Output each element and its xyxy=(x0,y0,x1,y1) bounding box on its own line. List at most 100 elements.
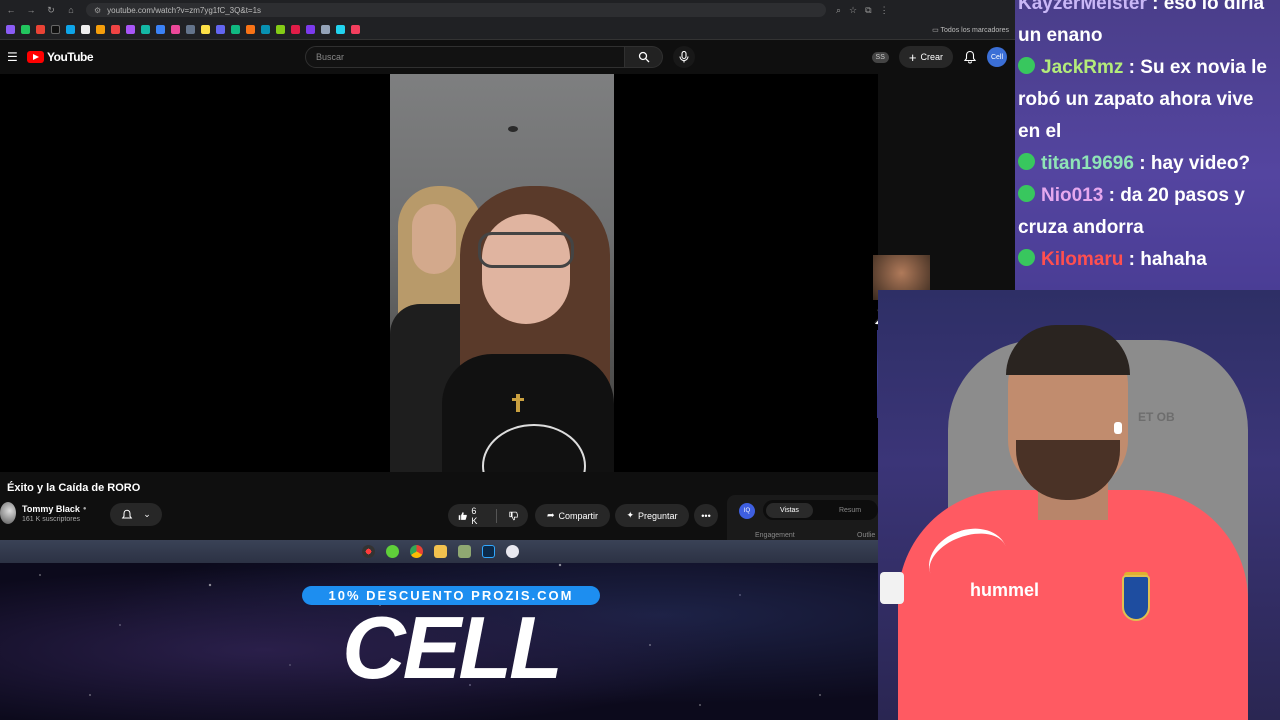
bookmark-icon[interactable] xyxy=(96,25,105,34)
game-app-icon[interactable] xyxy=(385,545,399,558)
bookmarks-bar: ▭ Todos los marcadores xyxy=(0,20,1015,40)
bookmark-icon[interactable] xyxy=(156,25,165,34)
subscriber-badge-icon xyxy=(1018,57,1035,75)
forward-icon[interactable]: → xyxy=(26,5,36,15)
video-frame[interactable] xyxy=(390,74,614,472)
menu-icon[interactable]: ⋮ xyxy=(880,5,889,16)
chat-message: Nio013 : da 20 pasos y cruza andorra xyxy=(1018,180,1276,244)
discord-icon[interactable] xyxy=(505,545,519,558)
video-player[interactable] xyxy=(0,74,878,472)
tab-summary[interactable]: Resum xyxy=(839,507,861,514)
league-sleeve-patch xyxy=(880,572,904,604)
more-actions-button[interactable]: ••• xyxy=(694,504,718,527)
chat-username: JackRmz xyxy=(1041,57,1124,78)
bookmark-icon[interactable] xyxy=(66,25,75,34)
channel-name[interactable]: Tommy Black xyxy=(22,504,80,514)
bookmarks-folder[interactable]: ▭ Todos los marcadores xyxy=(932,26,1009,34)
video-person-right-face xyxy=(482,214,570,324)
chat-message: JackRmz : Su ex novia le robó un zapato … xyxy=(1018,52,1276,148)
notifications-bell-icon[interactable] xyxy=(963,50,977,64)
like-separator xyxy=(495,508,497,523)
channel-avatar[interactable] xyxy=(0,502,16,524)
share-label: Compartir xyxy=(558,510,599,521)
outlier-label: Outlie xyxy=(857,532,876,539)
bookmark-icon[interactable] xyxy=(21,25,30,34)
chair-logo: ET OB xyxy=(1138,410,1175,424)
subscription-bell-button[interactable]: ⌄ xyxy=(110,503,162,526)
youtube-logo[interactable]: YouTube xyxy=(27,50,94,64)
bookmark-icon[interactable] xyxy=(276,25,285,34)
chevron-down-icon: ⌄ xyxy=(143,509,151,519)
subscriber-badge-icon xyxy=(1018,185,1035,203)
search-input[interactable] xyxy=(305,46,625,68)
chat-username: KayzerMeister xyxy=(1018,0,1147,14)
bookmark-icon[interactable] xyxy=(36,25,45,34)
bookmark-icon[interactable] xyxy=(306,25,315,34)
voice-search-button[interactable] xyxy=(673,46,695,68)
engagement-label: Engagement xyxy=(755,532,795,539)
video-person-left-face xyxy=(412,204,456,274)
channel-name-row[interactable]: Tommy Black ● xyxy=(22,504,86,514)
reload-icon[interactable]: ↻ xyxy=(46,5,56,16)
address-bar[interactable]: ⚙ youtube.com/watch?v=zm7yg1fC_3Q&t=1s xyxy=(86,3,826,17)
account-avatar[interactable]: Cell xyxy=(987,47,1007,67)
extensions-icon[interactable]: ⧉ xyxy=(865,5,871,16)
zoom-icon[interactable]: ⌕ xyxy=(836,5,841,16)
chat-username: Kilomaru xyxy=(1041,249,1124,270)
club-crest xyxy=(1122,575,1150,621)
bookmark-icon[interactable] xyxy=(111,25,120,34)
site-info-icon[interactable]: ⚙ xyxy=(94,6,101,15)
cross-necklace xyxy=(512,394,524,412)
bookmarks-folder-label: Todos los marcadores xyxy=(940,26,1009,34)
bookmark-icon[interactable] xyxy=(51,25,60,34)
ask-label: Preguntar xyxy=(638,510,678,521)
bookmark-icon[interactable] xyxy=(186,25,195,34)
shirt-brand-text: hummel xyxy=(970,580,1040,600)
browser-window: ← → ↻ ⌂ ⚙ youtube.com/watch?v=zm7yg1fC_3… xyxy=(0,0,1015,545)
bookmark-icon[interactable] xyxy=(171,25,180,34)
bookmark-icon[interactable] xyxy=(351,25,360,34)
like-icon[interactable] xyxy=(458,510,467,522)
bookmark-icon[interactable] xyxy=(291,25,300,34)
ask-button[interactable]: ✦ Preguntar xyxy=(615,504,689,527)
youtube-wordmark: YouTube xyxy=(47,50,94,64)
bookmark-icon[interactable] xyxy=(201,25,210,34)
back-icon[interactable]: ← xyxy=(6,5,16,15)
create-button[interactable]: + Crear xyxy=(898,46,953,68)
profile-switch-badge[interactable]: SS xyxy=(871,51,889,63)
record-app-icon[interactable] xyxy=(361,545,375,558)
photoshop-icon[interactable] xyxy=(481,545,495,558)
video-title: Éxito y la Caída de RORO xyxy=(7,482,141,494)
insights-panel: IQ Vistas Resum Engagement Outlie xyxy=(727,495,878,545)
search-button[interactable] xyxy=(625,46,663,68)
bookmark-icon[interactable] xyxy=(6,25,15,34)
streamer-shirt xyxy=(898,490,1248,720)
bookmark-icon[interactable] xyxy=(321,25,330,34)
url-text: youtube.com/watch?v=zm7yg1fC_3Q&t=1s xyxy=(107,5,262,15)
dislike-icon[interactable] xyxy=(509,510,518,522)
file-explorer-icon[interactable] xyxy=(433,545,447,558)
share-button[interactable]: ➦ Compartir xyxy=(535,504,610,527)
home-icon[interactable]: ⌂ xyxy=(66,5,76,15)
verified-icon: ● xyxy=(82,505,87,512)
bookmark-icon[interactable] xyxy=(231,25,240,34)
minecraft-icon[interactable] xyxy=(457,545,471,558)
bookmark-icon[interactable] xyxy=(81,25,90,34)
bookmark-icon[interactable] xyxy=(246,25,255,34)
bookmark-icon[interactable] xyxy=(126,25,135,34)
tab-views[interactable]: Vistas xyxy=(766,502,813,518)
microphone-icon xyxy=(679,51,689,63)
bookmark-icon[interactable] xyxy=(261,25,270,34)
chrome-icon[interactable] xyxy=(409,545,423,558)
taskbar xyxy=(0,540,880,563)
streamer-hair xyxy=(1006,325,1130,375)
chat-username: titan19696 xyxy=(1041,153,1134,174)
bookmark-star-icon[interactable]: ☆ xyxy=(849,5,857,16)
hamburger-menu-icon[interactable]: ☰ xyxy=(7,50,21,64)
video-person-right-shirt xyxy=(442,354,614,472)
chat-text: : hay video? xyxy=(1139,153,1251,174)
bookmark-icon[interactable] xyxy=(141,25,150,34)
like-count[interactable]: 6 K xyxy=(471,506,482,526)
bookmark-icon[interactable] xyxy=(336,25,345,34)
bookmark-icon[interactable] xyxy=(216,25,225,34)
